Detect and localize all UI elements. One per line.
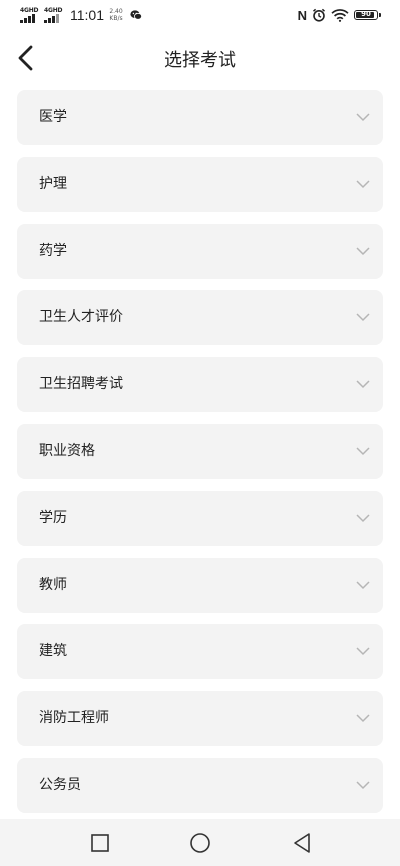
chevron-down-icon xyxy=(356,180,370,188)
category-item-teacher[interactable]: 教师 xyxy=(17,557,383,613)
chevron-down-icon xyxy=(356,514,370,522)
battery-icon: 90 xyxy=(354,10,381,20)
chevron-down-icon xyxy=(356,313,370,322)
chevron-down-icon xyxy=(356,380,370,389)
category-item-academic-degree[interactable]: 学历 xyxy=(17,490,383,546)
status-bar: 4GHD 4GHD 11:01 2.40 KB/s N 90 xyxy=(0,0,400,30)
category-item-nursing[interactable]: 护理 xyxy=(17,156,383,212)
category-label: 学历 xyxy=(39,509,67,526)
battery-level: 90 xyxy=(361,10,371,18)
category-label: 医学 xyxy=(39,109,67,125)
category-label: 教师 xyxy=(39,576,67,593)
category-label: 卫生人才评价 xyxy=(39,309,123,326)
chevron-down-icon xyxy=(356,447,370,456)
signal-icon-sim1: 4GHD xyxy=(20,7,40,23)
category-label: 公务员 xyxy=(39,776,81,793)
chevron-down-icon xyxy=(356,781,370,790)
category-label: 职业资格 xyxy=(39,442,95,459)
chevron-down-icon xyxy=(356,581,370,589)
exam-category-list: 医学 护理 药学 卫生人才评价 卫生招聘考试 职业资格 学历 教师 建筑 消防工… xyxy=(17,90,383,825)
category-label: 药学 xyxy=(39,242,67,259)
network-speed-value: 2.40 xyxy=(109,8,123,15)
category-item-construction[interactable]: 建筑 xyxy=(17,624,383,680)
category-label: 卫生招聘考试 xyxy=(39,376,123,393)
circle-icon xyxy=(190,833,210,853)
category-item-health-recruitment-exam[interactable]: 卫生招聘考试 xyxy=(17,357,383,413)
category-item-pharmacy[interactable]: 药学 xyxy=(17,223,383,279)
network-speed: 2.40 KB/s xyxy=(108,8,124,22)
nfc-icon: N xyxy=(297,7,307,23)
category-item-health-talent-evaluation[interactable]: 卫生人才评价 xyxy=(17,290,383,346)
chevron-down-icon xyxy=(356,714,370,723)
home-button[interactable] xyxy=(188,831,212,855)
category-item-fire-engineer[interactable]: 消防工程师 xyxy=(17,691,383,747)
category-label: 消防工程师 xyxy=(39,710,109,727)
wifi-icon xyxy=(331,9,349,22)
chevron-down-icon xyxy=(356,647,370,656)
square-icon xyxy=(91,834,109,852)
page-title: 选择考试 xyxy=(164,50,236,71)
page-header: 选择考试 xyxy=(0,36,400,80)
status-right: N 90 xyxy=(297,7,381,23)
network-type-1: 4GHD xyxy=(20,7,39,14)
alarm-icon xyxy=(312,8,326,22)
network-type-2: 4GHD xyxy=(44,7,63,14)
category-label: 护理 xyxy=(39,175,67,192)
recent-apps-button[interactable] xyxy=(88,831,112,855)
chevron-down-icon xyxy=(356,247,370,255)
signal-icon-sim2: 4GHD xyxy=(44,7,64,23)
category-item-professional-qualification[interactable]: 职业资格 xyxy=(17,423,383,479)
triangle-back-icon xyxy=(294,833,310,853)
category-item-civil-servant[interactable]: 公务员 xyxy=(17,757,383,813)
status-time: 11:01 xyxy=(70,7,104,23)
network-speed-unit: KB/s xyxy=(109,15,123,22)
system-nav-bar xyxy=(0,819,400,866)
category-label: 建筑 xyxy=(39,643,67,660)
chevron-down-icon xyxy=(356,113,370,122)
wechat-icon xyxy=(130,10,142,20)
status-left: 4GHD 4GHD 11:01 2.40 KB/s xyxy=(20,6,142,24)
category-item-medicine[interactable]: 医学 xyxy=(17,90,383,145)
system-back-button[interactable] xyxy=(290,831,314,855)
